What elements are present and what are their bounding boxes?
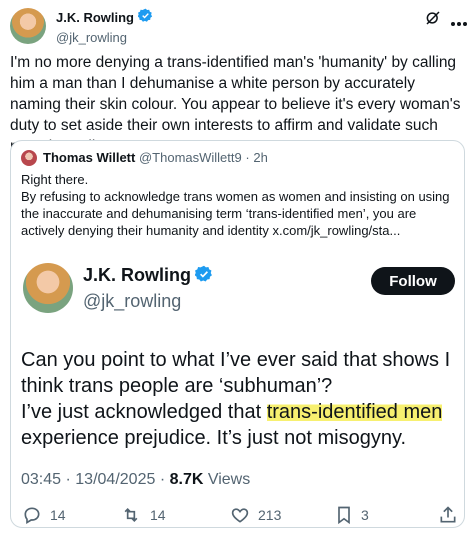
bookmark-icon [338, 506, 350, 525]
bookmark-action[interactable]: 3 [335, 505, 369, 525]
embedded-text-line3: I’ve just acknowledged that trans-identi… [21, 399, 443, 425]
quote-separator: · [245, 150, 250, 165]
repost-icon [124, 507, 138, 523]
quote-author-name: Thomas Willett [43, 150, 136, 165]
like-icon [231, 508, 249, 523]
more-icon[interactable] [450, 14, 468, 32]
author-avatar[interactable] [10, 8, 46, 44]
embedded-tweet-image: J.K. Rowling @jk_rowling Follow Can you … [11, 245, 464, 527]
embedded-author-block: J.K. Rowling @jk_rowling [83, 265, 213, 312]
embedded-text-line1: Can you point to what I’ve ever said tha… [21, 349, 451, 371]
repost-action[interactable]: 14 [120, 505, 166, 525]
quote-time: 2h [253, 150, 268, 165]
share-action[interactable] [438, 505, 458, 525]
reply-icon [24, 507, 40, 524]
meta-dot: · [159, 471, 166, 488]
grok-icon[interactable] [424, 9, 442, 32]
quote-author-handle: @ThomasWillett9 [138, 150, 242, 165]
bookmark-count: 3 [361, 507, 369, 523]
embedded-text-line4: experience prejudice. It’s just not miso… [21, 427, 407, 449]
quote-author-avatar [21, 150, 37, 166]
quote-text-line1: Right there. [21, 172, 89, 187]
embedded-text-line3-start: I’ve just acknowledged that [21, 401, 267, 423]
quoted-post-card[interactable]: Thomas Willett @ThomasWillett9 · 2h Righ… [10, 140, 465, 528]
quote-text-body: By refusing to acknowledge trans women a… [21, 189, 450, 238]
embedded-meta: 03:45 · 13/04/2025 · 8.7K Views [21, 471, 250, 489]
embedded-author-avatar [23, 263, 73, 313]
verified-icon [138, 8, 153, 28]
views-label: Views [207, 471, 251, 488]
embedded-author-handle: @jk_rowling [83, 291, 182, 312]
embedded-author-name: J.K. Rowling [83, 265, 191, 285]
repost-count: 14 [150, 507, 166, 523]
highlighted-phrase: trans-identified men [266, 401, 443, 423]
like-action[interactable]: 213 [230, 505, 281, 525]
embedded-date: 13/04/2025 [75, 471, 156, 488]
author-name[interactable]: J.K. Rowling [56, 10, 134, 25]
share-icon [440, 506, 456, 523]
reply-action[interactable]: 14 [22, 505, 66, 525]
reply-count: 14 [50, 507, 66, 523]
views-count: 8.7K [169, 471, 204, 488]
meta-dot: · [65, 471, 71, 488]
embedded-time: 03:45 [21, 471, 62, 488]
post-header: J.K. Rowling @jk_rowling [56, 8, 153, 45]
embedded-text-line2: think trans people are ‘subhuman’? [21, 375, 333, 397]
quote-header: Thomas Willett @ThomasWillett9 · 2h [43, 150, 268, 165]
follow-button: Follow [371, 267, 455, 295]
author-handle: @jk_rowling [56, 30, 127, 45]
verified-icon [195, 265, 213, 288]
like-count: 213 [258, 507, 282, 523]
